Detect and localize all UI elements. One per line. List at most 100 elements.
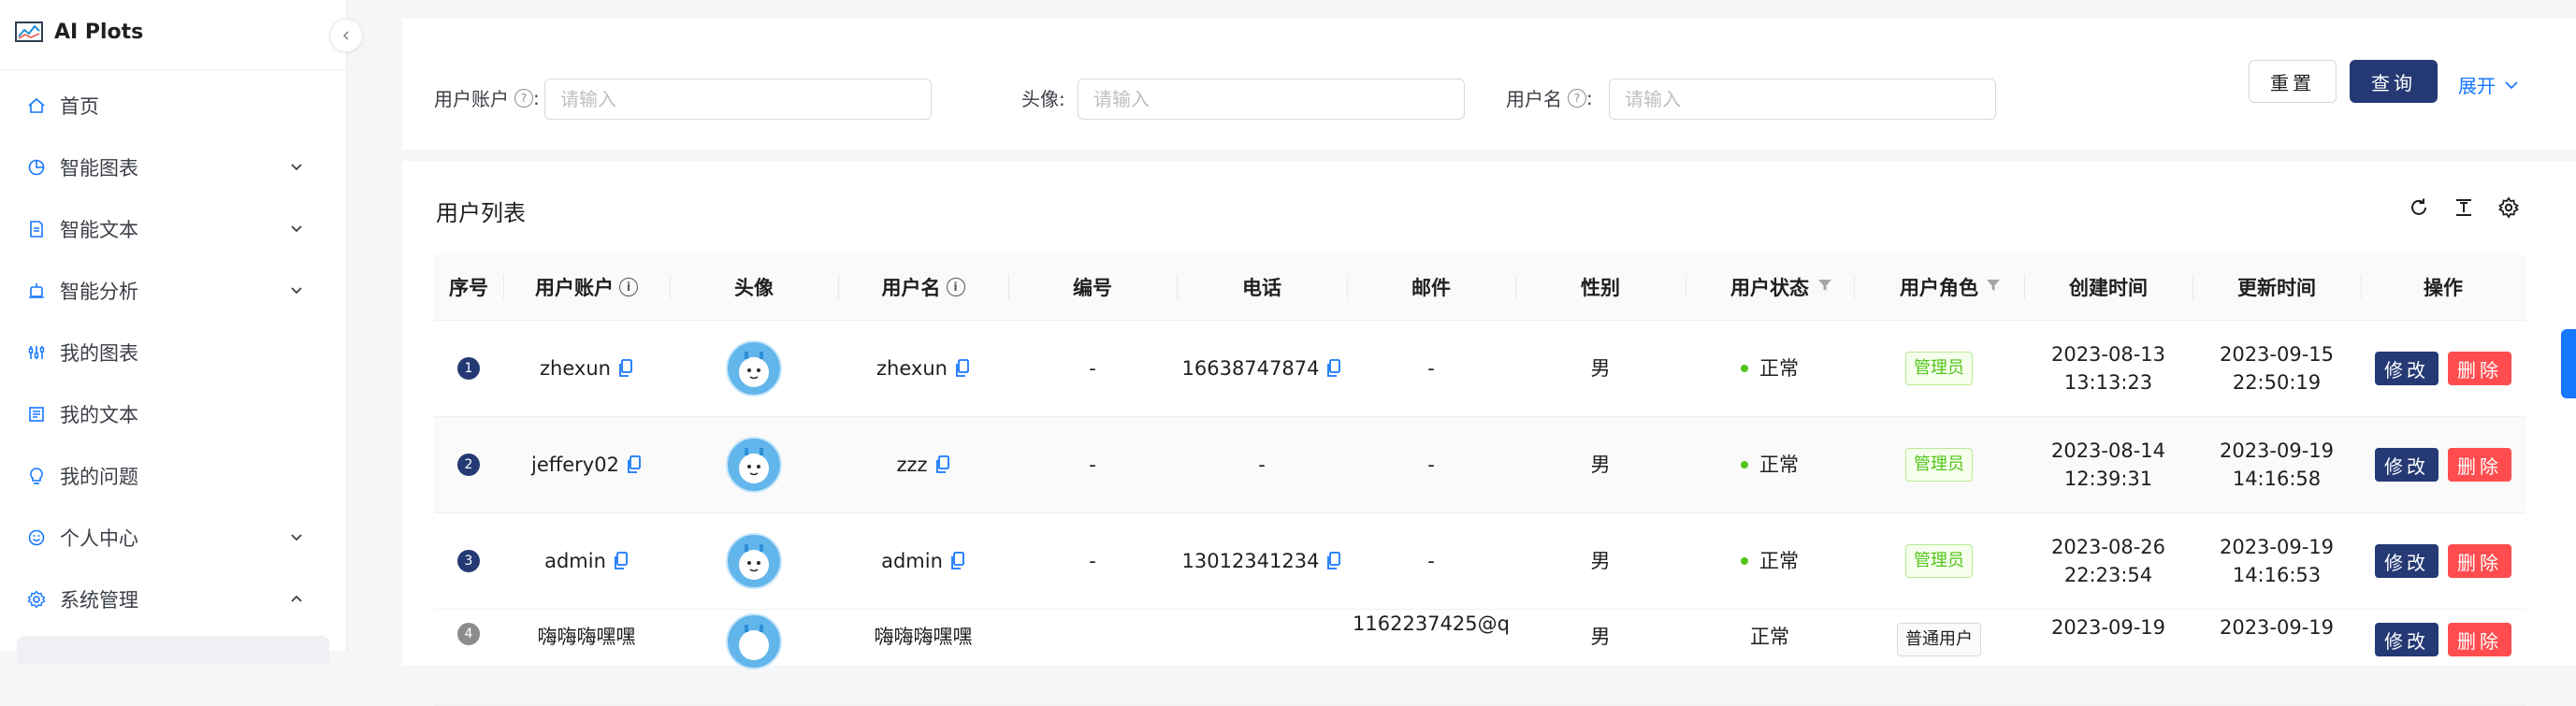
home-icon xyxy=(26,95,47,116)
info-icon[interactable]: i xyxy=(619,278,638,296)
username-value: 嗨嗨嗨嘿嘿 xyxy=(874,626,973,648)
submenu-active-item[interactable] xyxy=(17,636,329,664)
sidebar-item-my-charts[interactable]: 我的图表 xyxy=(0,322,346,383)
updated-date: 2023-09-15 xyxy=(2219,343,2335,366)
role-badge: 管理员 xyxy=(1905,448,1973,482)
copy-icon[interactable] xyxy=(618,359,633,378)
floating-side-tab[interactable] xyxy=(2561,329,2576,398)
account-filter-text: 用户账户 xyxy=(434,88,509,110)
copy-icon[interactable] xyxy=(1326,552,1341,570)
actions-cell: 修改 删除 xyxy=(2361,417,2525,512)
filter-icon[interactable] xyxy=(1816,277,1833,294)
chevron-down-icon xyxy=(291,534,302,541)
updated-time: 14:16:58 xyxy=(2232,468,2322,490)
avatar[interactable] xyxy=(726,613,782,670)
number-cell: - xyxy=(1089,454,1096,476)
username-filter-label: 用户名?: xyxy=(1506,84,1593,111)
delete-button[interactable]: 删除 xyxy=(2448,352,2511,385)
sidebar-item-my-questions[interactable]: 我的问题 xyxy=(0,445,346,507)
updated-time: 22:50:19 xyxy=(2232,371,2322,394)
number-cell: - xyxy=(1089,357,1096,380)
column-header-index: 序号 xyxy=(449,277,488,299)
avatar[interactable] xyxy=(726,533,782,589)
column-header-created: 创建时间 xyxy=(2069,277,2148,299)
sidebar-item-label: 个人中心 xyxy=(60,527,138,550)
sidebar-item-label: 智能图表 xyxy=(60,157,138,180)
actions-cell: 修改 删除 xyxy=(2361,321,2525,416)
density-icon[interactable] xyxy=(2451,195,2477,221)
sidebar-item-label: 智能文本 xyxy=(60,219,138,241)
reset-button[interactable]: 重置 xyxy=(2249,60,2337,103)
edit-button[interactable]: 修改 xyxy=(2375,352,2439,385)
info-icon[interactable]: i xyxy=(946,278,965,296)
copy-icon[interactable] xyxy=(935,455,950,474)
sidebar-item-smart-analysis[interactable]: 智能分析 xyxy=(0,260,346,322)
avatar-filter-text: 头像: xyxy=(1021,88,1065,110)
table-row: 3 admin admin - 13012341234 - 男 正常 管理员 2… xyxy=(434,513,2525,610)
delete-button[interactable]: 删除 xyxy=(2448,448,2511,482)
chevron-down-icon xyxy=(291,225,302,233)
copy-icon[interactable] xyxy=(950,552,965,570)
email-cell: 1162237425@q xyxy=(1353,612,1510,635)
edit-button[interactable]: 修改 xyxy=(2375,544,2439,578)
label-colon: : xyxy=(1586,86,1593,109)
account-cell: 嗨嗨嗨嘿嘿 xyxy=(503,610,670,679)
sidebar-item-my-texts[interactable]: 我的文本 xyxy=(0,383,346,445)
column-header-account-text: 用户账户 xyxy=(535,277,614,299)
brand[interactable]: AI Plots xyxy=(15,13,143,50)
table-title: 用户列表 xyxy=(436,200,526,226)
sidebar: AI Plots 首页 智能图表 智能文本 智能分析 我的图表 我的文本 我的问… xyxy=(0,0,347,664)
reload-icon[interactable] xyxy=(2406,195,2432,221)
phone-cell: 13012341234 xyxy=(1177,513,1347,609)
sidebar-item-smart-chart[interactable]: 智能图表 xyxy=(0,137,346,198)
copy-icon[interactable] xyxy=(1326,359,1341,378)
username-input[interactable] xyxy=(1609,79,1996,120)
sidebar-item-label: 首页 xyxy=(60,95,99,118)
account-value: 嗨嗨嗨嘿嘿 xyxy=(537,626,636,648)
avatar-input[interactable] xyxy=(1078,79,1465,120)
sidebar-item-label: 我的文本 xyxy=(60,404,138,426)
chevron-up-icon xyxy=(291,595,302,602)
edit-button[interactable]: 修改 xyxy=(2375,448,2439,482)
email-cell: - xyxy=(1427,357,1435,380)
file-text-icon xyxy=(26,219,47,239)
sidebar-item-personal-center[interactable]: 个人中心 xyxy=(0,507,346,569)
updated-time: 14:16:53 xyxy=(2232,564,2322,586)
delete-button[interactable]: 删除 xyxy=(2448,544,2511,578)
row-index-cell: 4 xyxy=(434,610,503,679)
filter-icon[interactable] xyxy=(1985,277,2002,294)
copy-icon[interactable] xyxy=(955,359,970,378)
sidebar-item-home[interactable]: 首页 xyxy=(0,75,346,137)
expand-toggle[interactable]: 展开 xyxy=(2458,71,2520,98)
gender-cell: 男 xyxy=(1590,357,1611,380)
sidebar-collapse-button[interactable] xyxy=(329,19,363,52)
delete-button[interactable]: 删除 xyxy=(2448,623,2511,656)
query-button[interactable]: 查询 xyxy=(2350,60,2438,103)
created-cell: 2023-08-13 13:13:23 xyxy=(2024,321,2192,416)
phone-cell: 16638747874 xyxy=(1177,321,1347,416)
sidebar-item-system-management[interactable]: 系统管理 xyxy=(0,569,346,630)
username-value: zzz xyxy=(896,454,928,476)
account-filter-label: 用户账户?: xyxy=(434,84,540,111)
column-settings-icon[interactable] xyxy=(2496,195,2522,221)
email-cell: - xyxy=(1427,550,1435,572)
edit-button[interactable]: 修改 xyxy=(2375,623,2439,656)
created-time: 12:39:31 xyxy=(2063,468,2153,490)
avatar-cell xyxy=(670,513,838,609)
role-cell: 管理员 xyxy=(1854,417,2024,512)
username-cell: zzz xyxy=(838,417,1008,512)
avatar[interactable] xyxy=(726,340,782,396)
created-date: 2023-08-14 xyxy=(2050,439,2166,462)
app-logo-icon xyxy=(15,22,43,42)
phone-value: - xyxy=(1258,454,1266,476)
actions-cell: 修改 删除 xyxy=(2361,513,2525,609)
number-cell: - xyxy=(1089,550,1096,572)
role-badge: 管理员 xyxy=(1905,544,1973,578)
account-input[interactable] xyxy=(544,79,932,120)
sidebar-item-smart-text[interactable]: 智能文本 xyxy=(0,198,346,260)
account-value: jeffery02 xyxy=(531,454,619,476)
avatar[interactable] xyxy=(726,437,782,493)
copy-icon[interactable] xyxy=(614,552,629,570)
row-index-cell: 3 xyxy=(434,513,503,609)
copy-icon[interactable] xyxy=(627,455,642,474)
